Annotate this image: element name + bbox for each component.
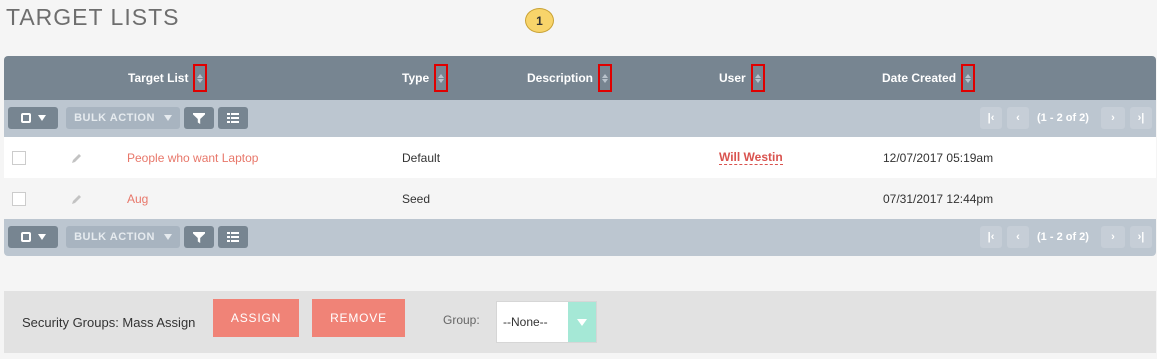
remove-button[interactable]: REMOVE [312, 299, 405, 337]
pagination-prev-button[interactable]: ‹ [1007, 226, 1029, 248]
date-created-cell: 12/07/2017 05:19am [883, 150, 994, 165]
row-checkbox[interactable] [12, 191, 26, 206]
column-label: User [719, 71, 746, 85]
assign-button[interactable]: ASSIGN [213, 299, 299, 337]
sort-icon[interactable] [598, 64, 613, 92]
column-label: Target List [128, 71, 189, 85]
last-page-icon: ›| [1137, 112, 1145, 124]
sort-icon[interactable] [961, 64, 976, 92]
list-toolbar-top: BULK ACTION |‹ ‹ (1 - 2 of 2) › ›| [4, 100, 1156, 137]
target-list-name-link[interactable]: Aug [127, 178, 148, 219]
filter-button[interactable] [184, 107, 214, 129]
list-header: Target List Type Description User Date C… [4, 56, 1156, 100]
bulk-action-button[interactable]: BULK ACTION [66, 226, 180, 248]
column-header-date-created[interactable]: Date Created [882, 56, 976, 100]
row-checkbox[interactable] [12, 150, 26, 165]
pagination-prev-button[interactable]: ‹ [1007, 107, 1029, 129]
list-toolbar-bottom: BULK ACTION |‹ ‹ (1 - 2 of 2) › ›| [4, 219, 1156, 256]
edit-pencil-icon[interactable] [70, 192, 84, 206]
user-link[interactable]: Will Westin [719, 150, 783, 165]
step-callout-badge: 1 [525, 8, 554, 33]
target-list-view: Target List Type Description User Date C… [4, 56, 1156, 257]
checkbox-icon [20, 113, 31, 123]
filter-button[interactable] [184, 226, 214, 248]
page-title: TARGET LISTS [6, 4, 180, 30]
pagination-last-button[interactable]: ›| [1130, 107, 1152, 129]
caret-down-icon [37, 234, 46, 240]
checkbox-icon [20, 232, 31, 242]
pagination-count: (1 - 2 of 2) [1037, 231, 1089, 243]
caret-down-icon [163, 234, 172, 240]
next-page-icon: › [1111, 112, 1115, 124]
group-label: Group: [443, 313, 480, 327]
security-groups-mass-assign: Security Groups: Mass Assign ASSIGN REMO… [4, 291, 1156, 353]
type-cell: Default [402, 150, 441, 165]
pagination-first-button[interactable]: |‹ [980, 107, 1002, 129]
group-select[interactable]: --None-- [496, 301, 597, 343]
table-row: Aug Seed 07/31/2017 12:44pm [4, 178, 1156, 219]
filter-icon [193, 113, 205, 124]
column-label: Date Created [882, 71, 957, 85]
select-all-dropdown[interactable] [8, 226, 58, 248]
bulk-action-label: BULK ACTION [74, 112, 155, 124]
next-page-icon: › [1111, 231, 1115, 243]
pagination-count: (1 - 2 of 2) [1037, 112, 1089, 124]
first-page-icon: |‹ [987, 112, 995, 124]
column-chooser-button[interactable] [218, 107, 248, 129]
column-chooser-button[interactable] [218, 226, 248, 248]
caret-down-icon [163, 115, 172, 121]
column-header-type[interactable]: Type [402, 56, 449, 100]
table-row: People who want Laptop Default Will West… [4, 137, 1156, 178]
sort-icon[interactable] [434, 64, 449, 92]
list-columns-icon [227, 113, 239, 123]
column-header-target-list[interactable]: Target List [128, 56, 208, 100]
select-all-dropdown[interactable] [8, 107, 58, 129]
column-header-user[interactable]: User [719, 56, 765, 100]
last-page-icon: ›| [1137, 231, 1145, 243]
filter-icon [193, 232, 205, 243]
list-columns-icon [227, 232, 239, 242]
bulk-action-button[interactable]: BULK ACTION [66, 107, 180, 129]
dropdown-toggle[interactable] [568, 302, 596, 342]
caret-down-icon [37, 115, 46, 121]
prev-page-icon: ‹ [1016, 231, 1020, 243]
target-list-name-link[interactable]: People who want Laptop [127, 137, 258, 178]
first-page-icon: |‹ [987, 231, 995, 243]
mass-assign-label: Security Groups: Mass Assign [22, 314, 196, 330]
column-header-description[interactable]: Description [527, 56, 613, 100]
pagination-next-button[interactable]: › [1101, 226, 1125, 248]
type-cell: Seed [402, 191, 431, 206]
caret-down-icon [577, 318, 587, 326]
sort-icon[interactable] [750, 64, 765, 92]
edit-pencil-icon[interactable] [70, 151, 84, 165]
prev-page-icon: ‹ [1016, 112, 1020, 124]
sort-icon[interactable] [193, 64, 208, 92]
column-label: Description [527, 71, 594, 85]
pagination-last-button[interactable]: ›| [1130, 226, 1152, 248]
bulk-action-label: BULK ACTION [74, 231, 155, 243]
pagination-next-button[interactable]: › [1101, 107, 1125, 129]
group-select-value: --None-- [503, 315, 548, 329]
date-created-cell: 07/31/2017 12:44pm [883, 191, 994, 206]
pagination-first-button[interactable]: |‹ [980, 226, 1002, 248]
column-label: Type [402, 71, 430, 85]
